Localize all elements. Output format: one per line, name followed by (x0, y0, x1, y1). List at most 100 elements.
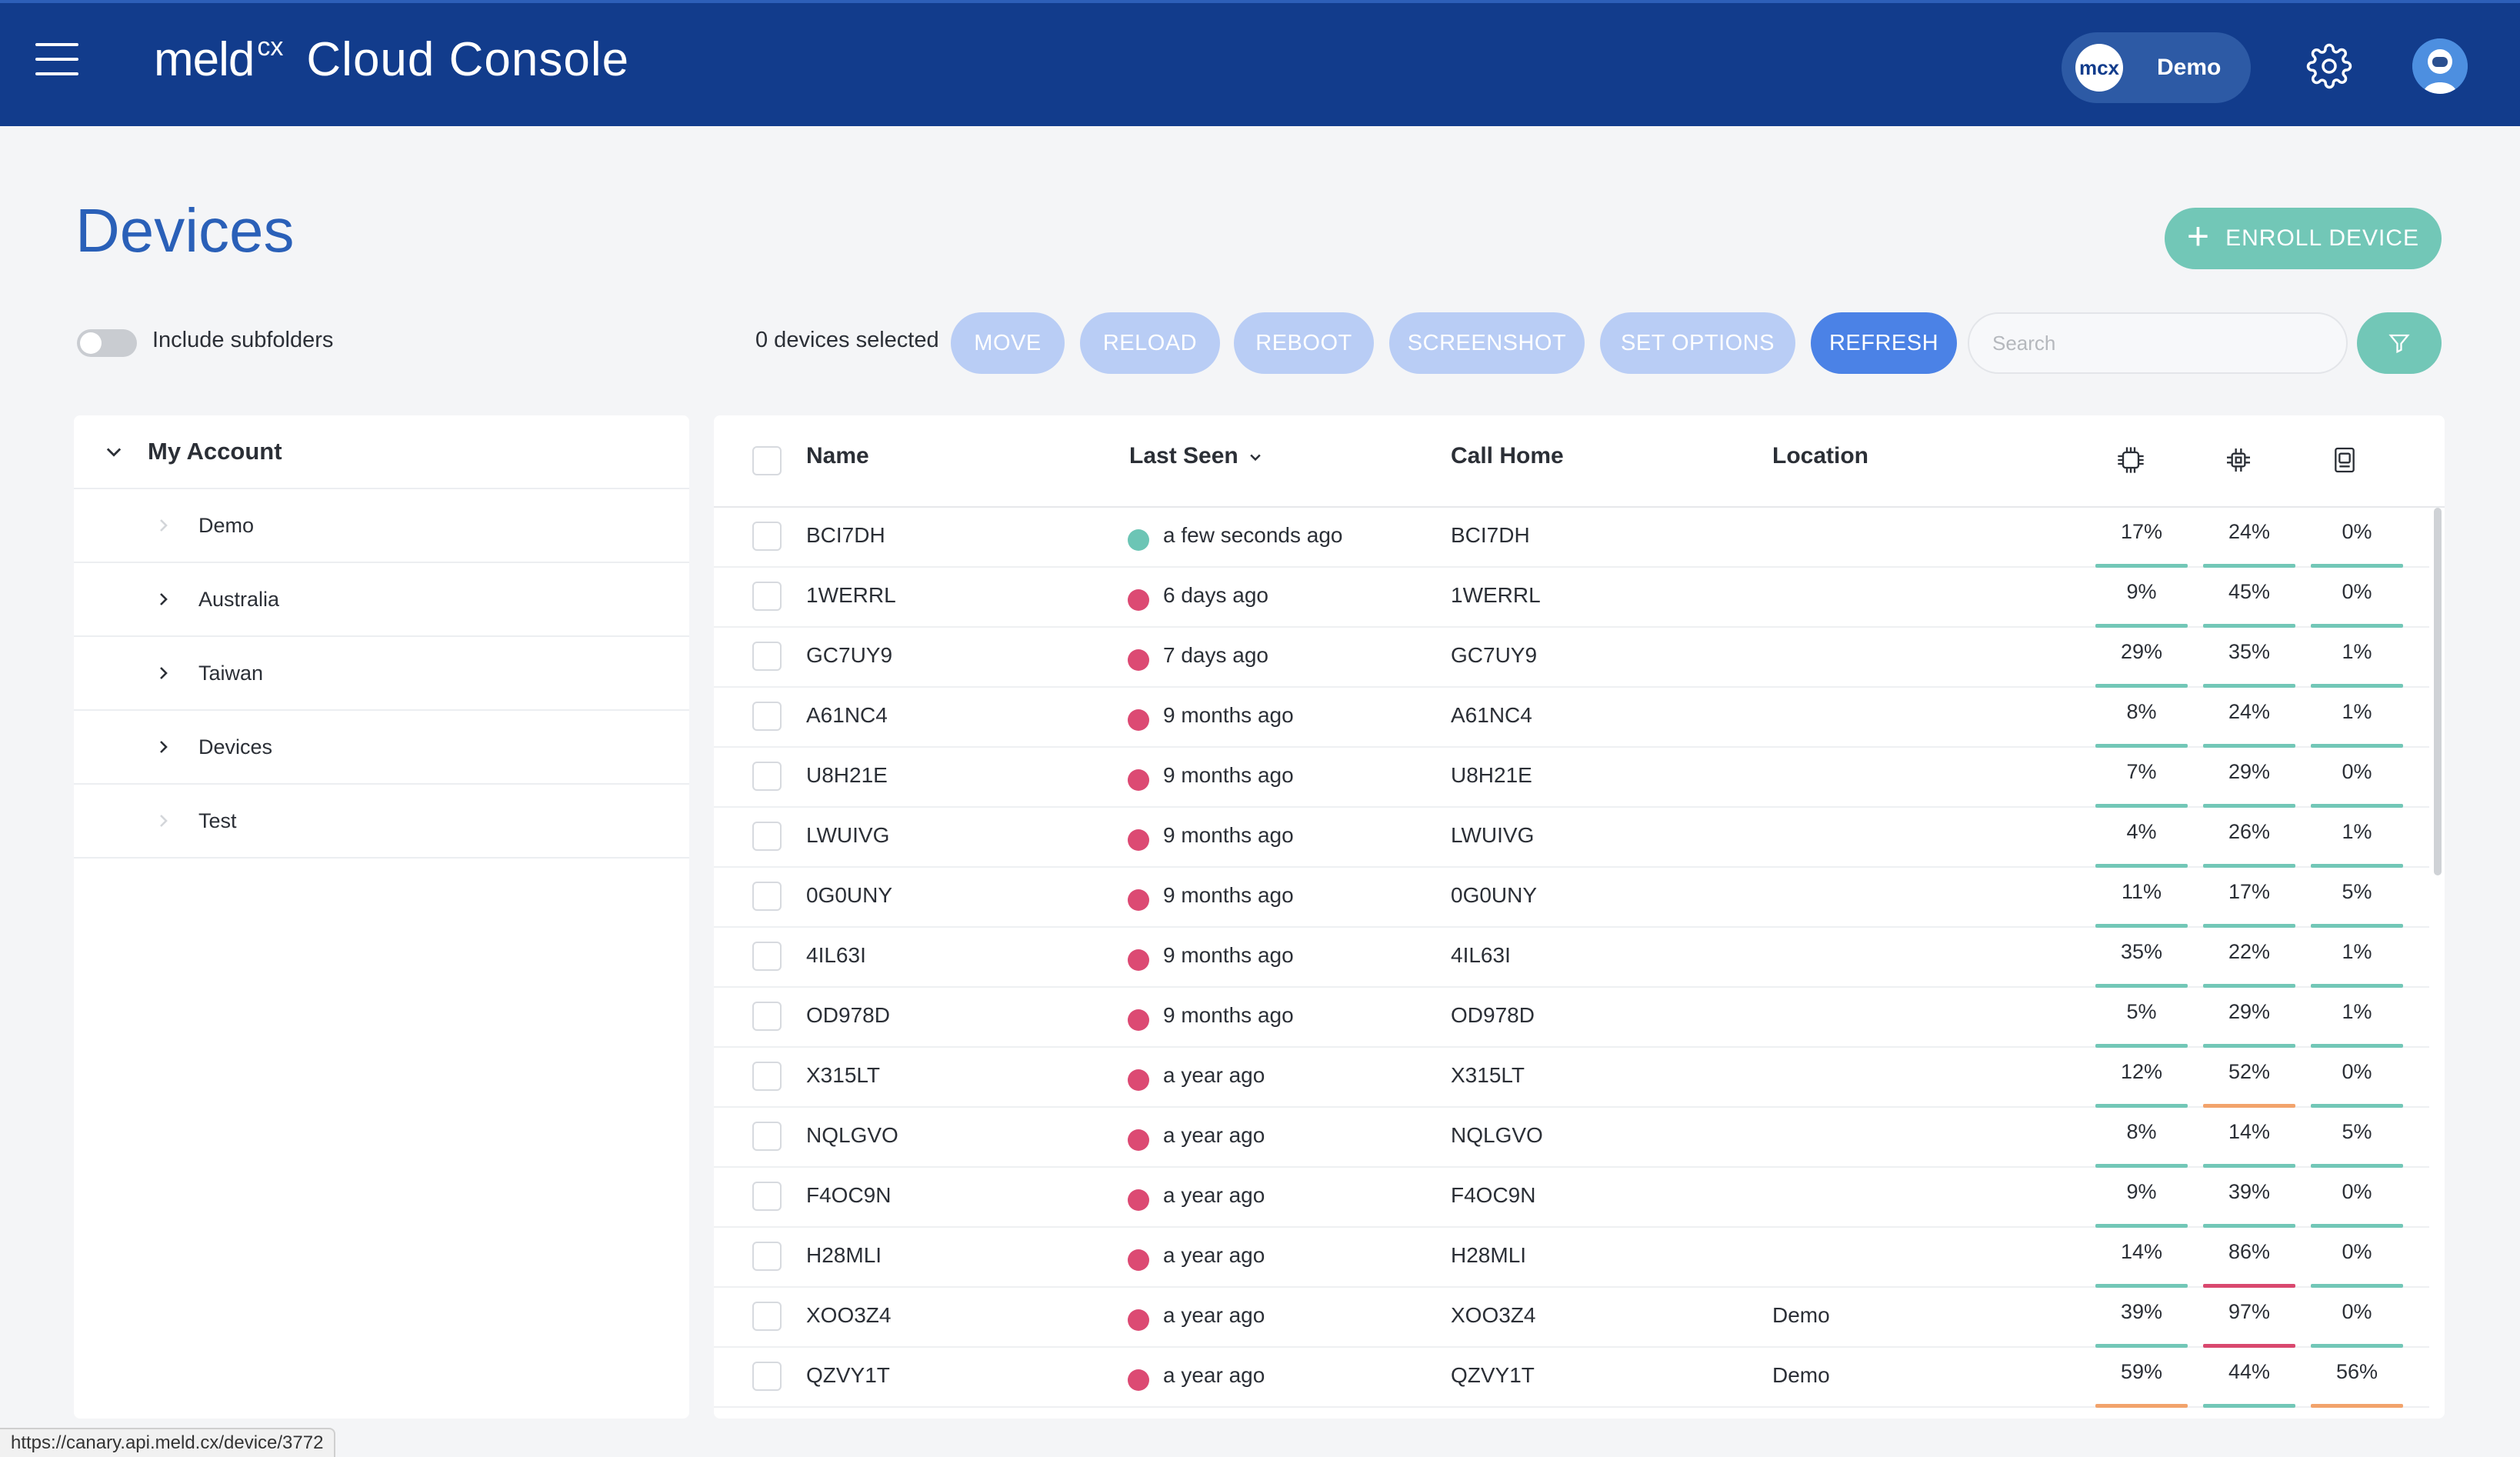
device-name: OD978D (806, 1003, 890, 1027)
reboot-button[interactable]: REBOOT (1234, 312, 1374, 374)
app-brand[interactable]: meld cx Cloud Console (154, 32, 629, 87)
device-name: 1WERRL (806, 583, 896, 607)
chevron-right-icon[interactable] (154, 738, 172, 756)
table-row[interactable]: BCI7DH a few seconds ago BCI7DH 17% 24% 0% (714, 508, 2429, 568)
table-row[interactable]: XOO3Z4 a year ago XOO3Z4 Demo 39% 97% 0% (714, 1288, 2429, 1348)
menu-icon[interactable] (35, 43, 78, 77)
disk-usage-value: 1% (2342, 820, 2372, 843)
toggle-knob (80, 332, 102, 354)
call-home: H28MLI (1451, 1243, 1527, 1267)
row-checkbox[interactable] (752, 1302, 782, 1331)
last-seen: a year ago (1163, 1183, 1265, 1207)
row-checkbox[interactable] (752, 642, 782, 671)
row-checkbox[interactable] (752, 582, 782, 611)
call-home: U8H21E (1451, 763, 1532, 787)
search-input[interactable] (1968, 312, 2348, 374)
tree-root-my-account[interactable]: My Account (74, 415, 689, 489)
table-row[interactable]: 1WERRL 6 days ago 1WERRL 9% 45% 0% (714, 568, 2429, 628)
table-row[interactable]: U8H21E 9 months ago U8H21E 7% 29% 0% (714, 748, 2429, 808)
table-row[interactable]: 0G0UNY 9 months ago 0G0UNY 11% 17% 5% (714, 868, 2429, 928)
brand-logo-sup: cx (257, 32, 284, 62)
status-url: https://canary.api.meld.cx/device/3772 (0, 1428, 336, 1457)
disk-usage: 0% (2311, 1240, 2403, 1288)
row-checkbox[interactable] (752, 702, 782, 731)
device-name: X315LT (806, 1063, 880, 1087)
memory-usage-value: 35% (2228, 640, 2271, 663)
table-row[interactable]: 4IL63I 9 months ago 4IL63I 35% 22% 1% (714, 928, 2429, 988)
memory-usage-value: 29% (2228, 1000, 2271, 1023)
org-logo: mcx (2075, 44, 2123, 92)
table-row[interactable]: LWUIVG 9 months ago LWUIVG 4% 26% 1% (714, 808, 2429, 868)
move-button[interactable]: MOVE (951, 312, 1065, 374)
chevron-right-icon[interactable] (154, 590, 172, 608)
row-checkbox[interactable] (752, 762, 782, 791)
tree-item-test[interactable]: Test (74, 785, 689, 859)
location: Demo (1772, 1303, 1830, 1327)
row-checkbox[interactable] (752, 522, 782, 551)
gear-icon[interactable] (2306, 43, 2352, 89)
memory-usage: 29% (2203, 760, 2295, 808)
column-header-call-home[interactable]: Call Home (1451, 443, 1564, 469)
status-dot (1128, 709, 1149, 731)
table-row[interactable]: QZVY1T a year ago QZVY1T Demo 59% 44% 56% (714, 1348, 2429, 1408)
organization-switcher[interactable]: mcx Demo (2062, 32, 2251, 103)
status-dot (1128, 1309, 1149, 1331)
reload-button[interactable]: RELOAD (1080, 312, 1220, 374)
tree-item-australia[interactable]: Australia (74, 563, 689, 637)
chevron-down-icon (106, 448, 122, 457)
disk-usage-value: 0% (2342, 520, 2372, 543)
call-home: F4OC9N (1451, 1183, 1536, 1207)
row-checkbox[interactable] (752, 1182, 782, 1211)
set-options-button[interactable]: SET OPTIONS (1600, 312, 1795, 374)
storage-icon (2335, 447, 2355, 473)
disk-usage: 0% (2311, 1060, 2403, 1108)
status-dot (1128, 1069, 1149, 1091)
table-row[interactable]: X315LT a year ago X315LT 12% 52% 0% (714, 1048, 2429, 1108)
user-avatar[interactable] (2412, 38, 2468, 94)
table-row[interactable]: GC7UY9 7 days ago GC7UY9 29% 35% 1% (714, 628, 2429, 688)
table-row[interactable]: F4OC9N a year ago F4OC9N 9% 39% 0% (714, 1168, 2429, 1228)
tree-item-label: Test (198, 809, 237, 832)
memory-usage: 14% (2203, 1120, 2295, 1168)
row-checkbox[interactable] (752, 1362, 782, 1391)
include-subfolders-toggle[interactable] (77, 329, 137, 357)
row-checkbox[interactable] (752, 1242, 782, 1271)
last-seen-header-label: Last Seen (1129, 443, 1238, 468)
row-checkbox[interactable] (752, 1002, 782, 1031)
table-row[interactable]: OD978D 9 months ago OD978D 5% 29% 1% (714, 988, 2429, 1048)
device-name: H28MLI (806, 1243, 882, 1267)
enroll-device-button[interactable]: + ENROLL DEVICE (2165, 208, 2442, 269)
screenshot-button[interactable]: SCREENSHOT (1389, 312, 1585, 374)
row-checkbox[interactable] (752, 882, 782, 911)
row-checkbox[interactable] (752, 1062, 782, 1091)
last-seen: 9 months ago (1163, 943, 1294, 967)
call-home: BCI7DH (1451, 523, 1530, 547)
tree-item-devices[interactable]: Devices (74, 711, 689, 785)
table-scrollbar[interactable] (2434, 508, 2442, 875)
filter-button[interactable] (2357, 312, 2442, 374)
disk-usage-value: 1% (2342, 1000, 2372, 1023)
column-header-last-seen[interactable]: Last Seen (1129, 443, 1263, 469)
status-dot (1128, 769, 1149, 791)
cpu-icon (2118, 447, 2144, 473)
devices-table: Name Last Seen Call Home Location BCI7DH… (714, 415, 2445, 1419)
disk-usage-value: 0% (2342, 580, 2372, 603)
tree-item-demo[interactable]: Demo (74, 489, 689, 563)
row-checkbox[interactable] (752, 1122, 782, 1151)
refresh-button[interactable]: REFRESH (1811, 312, 1957, 374)
table-row[interactable]: H28MLI a year ago H28MLI 14% 86% 0% (714, 1228, 2429, 1288)
column-header-location[interactable]: Location (1772, 443, 1868, 469)
memory-usage-value: 17% (2228, 880, 2271, 903)
cpu-usage-bar (2095, 1404, 2188, 1408)
row-checkbox[interactable] (752, 822, 782, 851)
select-all-checkbox[interactable] (752, 446, 782, 475)
row-checkbox[interactable] (752, 942, 782, 971)
disk-usage-bar (2311, 1404, 2403, 1408)
tree-item-taiwan[interactable]: Taiwan (74, 637, 689, 711)
table-row[interactable]: A61NC4 9 months ago A61NC4 8% 24% 1% (714, 688, 2429, 748)
tree-item-label: Devices (198, 735, 273, 759)
chevron-right-icon[interactable] (154, 664, 172, 682)
table-row[interactable]: NQLGVO a year ago NQLGVO 8% 14% 5% (714, 1108, 2429, 1168)
column-header-name[interactable]: Name (806, 443, 869, 469)
disk-usage: 1% (2311, 940, 2403, 988)
